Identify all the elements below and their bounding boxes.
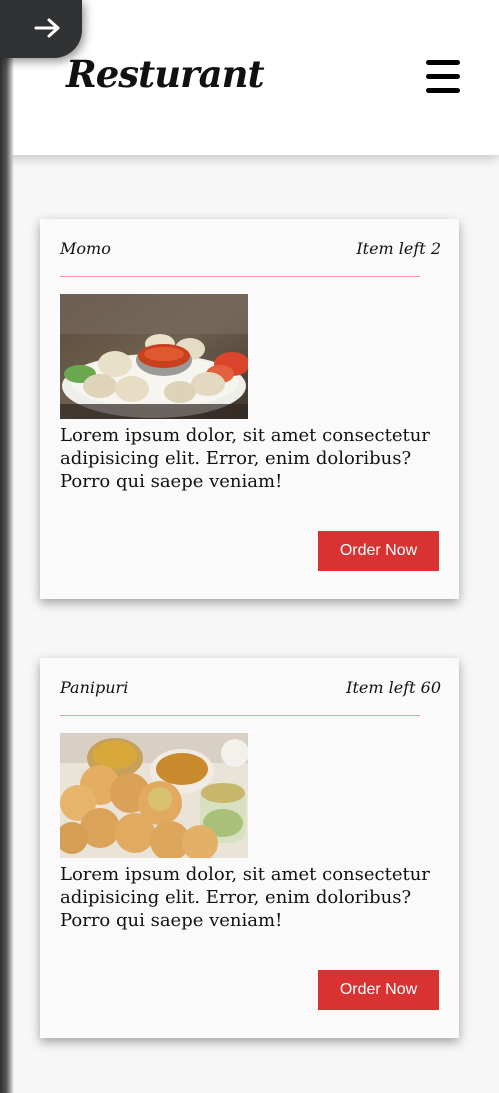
item-description: Lorem ipsum dolor, sit amet consectetur … — [60, 425, 430, 492]
site-logo[interactable]: Resturant — [66, 52, 265, 96]
arrow-right-icon — [34, 18, 60, 38]
order-now-button[interactable]: Order Now — [318, 531, 439, 571]
card-divider — [60, 715, 420, 716]
menu-item-card: Momo Item left 2 Lorem ipsum dolor, sit … — [40, 219, 459, 599]
hamburger-menu-icon[interactable] — [424, 60, 462, 94]
order-now-button[interactable]: Order Now — [318, 970, 439, 1010]
item-stock-count: Item left 60 — [346, 678, 441, 697]
panipuri-image — [60, 733, 248, 858]
side-drawer-edge — [0, 0, 14, 1093]
sidebar-toggle-button[interactable] — [0, 0, 82, 58]
item-stock-count: Item left 2 — [356, 239, 441, 258]
item-description: Lorem ipsum dolor, sit amet consectetur … — [60, 864, 430, 931]
menu-item-card: Panipuri Item left 60 Lorem ipsum dolor,… — [40, 658, 459, 1038]
item-name: Momo — [60, 239, 111, 258]
item-name: Panipuri — [60, 678, 129, 697]
momo-image — [60, 294, 248, 419]
card-divider — [60, 276, 420, 277]
